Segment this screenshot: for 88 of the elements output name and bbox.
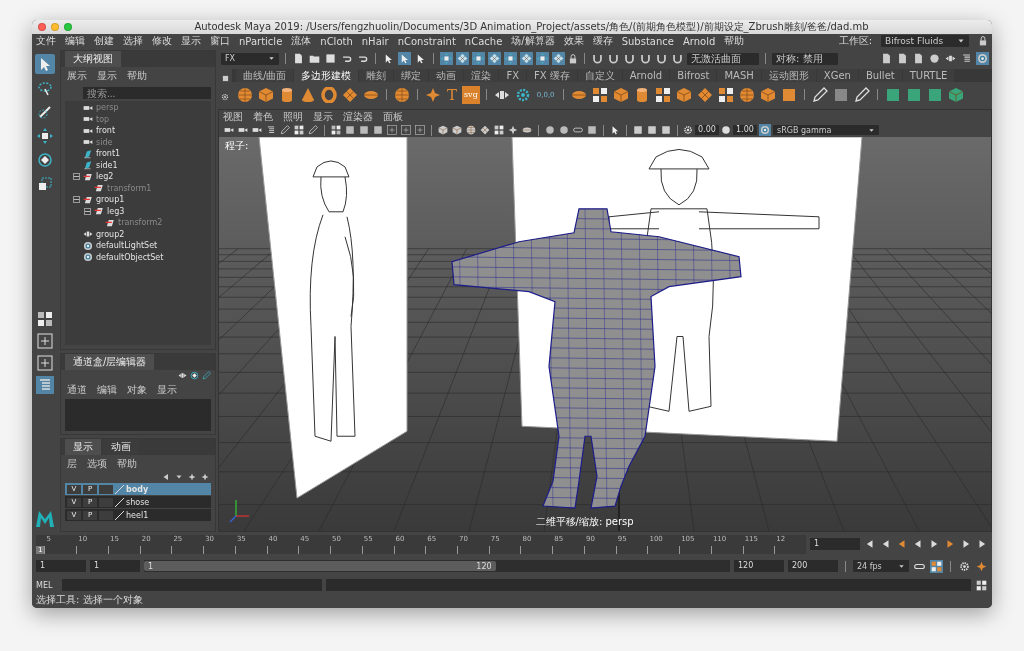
workspace-dropdown[interactable]: Bifrost Fluids	[881, 35, 969, 47]
shelf-tab[interactable]: MASH	[717, 69, 761, 82]
viewport-hud-text: 二维平移/缩放: persp	[535, 515, 634, 529]
outliner-item[interactable]: group1	[96, 195, 125, 205]
text-tool-button[interactable]: T	[445, 85, 459, 104]
shelf-tab[interactable]: 渲染	[464, 69, 499, 82]
menu-item[interactable]: 文件	[36, 34, 56, 48]
shelf-tab[interactable]: 运动图形	[761, 69, 816, 82]
live-surface-field[interactable]: 无激活曲面	[687, 52, 759, 65]
help-line: 选择工具: 选择一个对象	[36, 593, 143, 607]
menu-item[interactable]: 帮助	[117, 457, 137, 471]
menu-item[interactable]: 效果	[563, 34, 584, 48]
menu-item[interactable]: nCache	[464, 35, 503, 47]
menu-item[interactable]: 窗口	[210, 34, 230, 48]
menu-item[interactable]: 显示	[97, 69, 117, 83]
fps-dropdown[interactable]: 24 fps	[853, 560, 909, 572]
menu-item[interactable]: 编辑	[65, 34, 85, 48]
outliner-item[interactable]: leg2	[96, 172, 114, 182]
menu-item[interactable]: 缓存	[592, 34, 613, 48]
shelf-tab[interactable]: 动画	[429, 69, 464, 82]
shelf-tab[interactable]: FX 缓存	[527, 69, 577, 82]
menu-item[interactable]: 渲染器	[343, 109, 373, 124]
menu-item[interactable]: 着色	[253, 109, 273, 124]
shelf-tab[interactable]: 多边形建模	[294, 69, 359, 82]
outliner-item[interactable]: group2	[96, 229, 125, 239]
color-space-dropdown[interactable]: sRGB gamma	[773, 125, 879, 135]
menu-item[interactable]: 照明	[283, 109, 303, 124]
shelf-tab[interactable]: Arnold	[622, 69, 670, 82]
search-field[interactable]: 搜索...	[83, 87, 211, 99]
menu-item[interactable]: Substance	[621, 35, 674, 47]
menu-item[interactable]: 层	[67, 457, 77, 471]
outliner-item[interactable]: leg3	[107, 206, 125, 216]
shelf-tab[interactable]: 绑定	[394, 69, 429, 82]
layer-name: shose	[126, 497, 150, 507]
end-frame-field[interactable]: 200	[788, 560, 838, 572]
menu-item[interactable]: 选择	[123, 34, 143, 48]
menu-item[interactable]: 对象	[127, 383, 147, 397]
workspace-label: 工作区:	[838, 34, 872, 48]
symmetry-field[interactable]: 对称: 禁用	[772, 52, 838, 65]
start-frame-field[interactable]: 1	[36, 560, 86, 572]
layer-name: body	[126, 484, 149, 494]
camera-label: 程子:	[225, 139, 249, 153]
current-frame-field[interactable]: 1	[810, 538, 860, 550]
menu-item[interactable]: 流体	[291, 34, 312, 48]
menu-item[interactable]: nConstraint	[397, 35, 456, 47]
outliner-item[interactable]: side1	[96, 160, 118, 170]
playback-start-field[interactable]: 1	[90, 560, 140, 572]
menu-item[interactable]: nCloth	[320, 35, 353, 47]
menu-item[interactable]: 面板	[383, 109, 403, 124]
outliner-item[interactable]: front	[96, 126, 116, 136]
menu-item[interactable]: 帮助	[127, 69, 147, 83]
menu-item[interactable]: 选项	[87, 457, 107, 471]
menu-item[interactable]: 显示	[313, 109, 333, 124]
outliner-item[interactable]: front1	[96, 149, 121, 159]
range-slider-bar[interactable]: 1 120	[144, 561, 496, 571]
shelf-tab[interactable]: TURTLE	[902, 69, 955, 82]
shelf-tab[interactable]: 雕刻	[359, 69, 394, 82]
gamma-field[interactable]: 1.00	[733, 125, 757, 135]
shelf-tab[interactable]: Bifrost	[670, 69, 717, 82]
menu-item[interactable]: 编辑	[97, 383, 117, 397]
menu-item[interactable]: 显示	[181, 34, 201, 48]
menu-item[interactable]: 显示	[157, 383, 177, 397]
menu-item[interactable]: 展示	[67, 69, 87, 83]
window-title: Autodesk Maya 2019: /Users/fengzhuolin/Documents/3D Animation_Project/assets/角色/(前期角色模型)/前期设定_Zbrush雕刻/爸爸/dad.mb	[193, 20, 870, 34]
outliner-item[interactable]: defaultObjectSet	[96, 252, 164, 262]
shelf-tab[interactable]: FX	[499, 69, 526, 82]
command-language-label[interactable]: MEL	[36, 580, 58, 590]
shelf-tab[interactable]: 曲线/曲面	[236, 69, 294, 82]
playback-end-field[interactable]: 120	[734, 560, 784, 572]
menu-item[interactable]: 创建	[94, 34, 114, 48]
shelf-tab[interactable]: Bullet	[858, 69, 902, 82]
panel-tab[interactable]: 显示	[65, 439, 101, 455]
menu-item[interactable]: 通道	[67, 383, 87, 397]
menu-item[interactable]: Arnold	[682, 35, 716, 47]
menu-item[interactable]: 帮助	[724, 34, 745, 48]
menu-set-dropdown[interactable]: FX	[221, 52, 279, 65]
panel-tab[interactable]: 大纲视图	[65, 51, 121, 67]
outliner-item[interactable]: defaultLightSet	[96, 241, 158, 251]
shelf-tab[interactable]: 自定义	[577, 69, 622, 82]
menu-item[interactable]: nParticle	[239, 35, 283, 47]
menu-item[interactable]: 视图	[223, 109, 243, 124]
exposure-field[interactable]: 0.00	[695, 125, 719, 135]
layer-name: heel1	[126, 510, 149, 520]
menu-item[interactable]: nHair	[361, 35, 389, 47]
shelf-tab[interactable]: XGen	[816, 69, 858, 82]
menu-item[interactable]: 修改	[152, 34, 172, 48]
panel-tab[interactable]: 通道盒/层编辑器	[65, 354, 155, 370]
menu-item[interactable]: 场/解算器	[511, 34, 555, 48]
